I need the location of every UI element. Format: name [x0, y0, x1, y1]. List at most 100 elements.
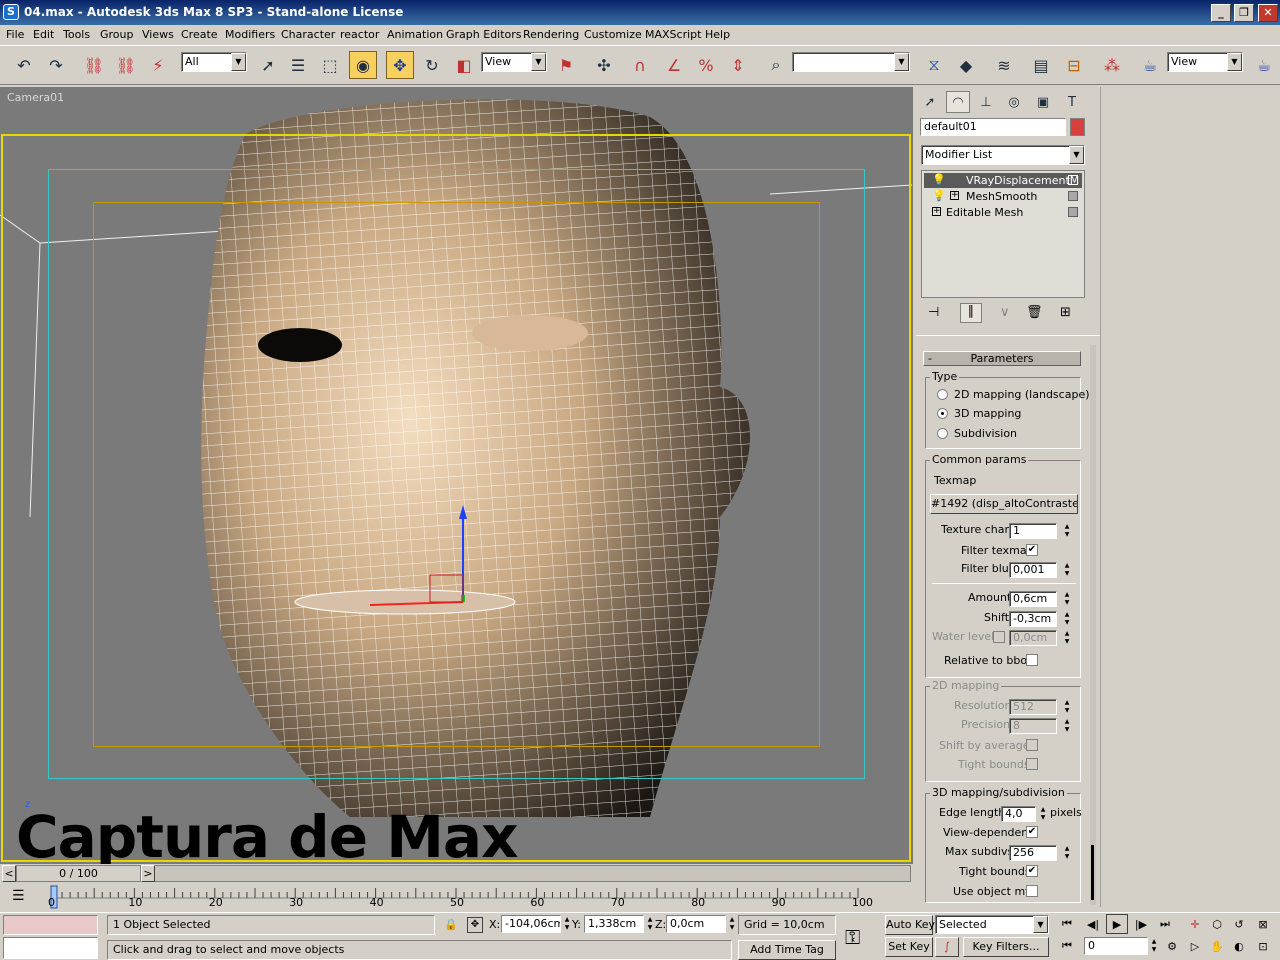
make-unique-icon[interactable]: ∨ — [1000, 305, 1010, 320]
schematic-view-icon[interactable]: ⊟ — [1060, 51, 1088, 79]
spinner-arrows-icon[interactable]: ▲ ▼ — [727, 916, 737, 932]
water-level-checkbox[interactable] — [993, 631, 1005, 643]
remove-modifier-icon[interactable]: 🗑 — [1026, 305, 1043, 320]
spinner-arrows-icon[interactable]: ▲ ▼ — [1062, 591, 1072, 607]
select-and-scale-icon[interactable]: ◧ — [450, 51, 478, 79]
edit-named-selection-icon[interactable]: ⌕ — [762, 51, 790, 79]
go-to-start-icon[interactable]: ⏮ — [1056, 914, 1078, 934]
x-coordinate-field[interactable]: -104,06cm — [501, 915, 561, 933]
spinner-arrows-icon[interactable]: ▲ ▼ — [562, 916, 572, 932]
align-icon[interactable]: ◆ — [952, 51, 980, 79]
pin-stack-icon[interactable]: ⊣ — [928, 305, 939, 320]
menu-graph-editors[interactable]: Graph Editors — [446, 28, 522, 41]
display-tab-icon[interactable]: ▣ — [1031, 91, 1055, 113]
unlink-icon[interactable]: ⛓ — [112, 51, 140, 79]
max-subdivs-spinner[interactable]: 256 — [1009, 845, 1057, 861]
app-icon[interactable]: S — [3, 4, 19, 20]
select-and-rotate-icon[interactable]: ↻ — [418, 51, 446, 79]
shift-by-average-checkbox[interactable] — [1026, 739, 1038, 751]
texture-chan-spinner[interactable]: 1 — [1009, 523, 1057, 539]
play-icon[interactable]: ▶ — [1106, 914, 1128, 934]
filter-texmap-checkbox[interactable]: ✔ — [1026, 544, 1038, 556]
dolly-icon[interactable]: ▷ — [1184, 936, 1206, 956]
parameters-rollout-header[interactable]: - Parameters — [923, 351, 1081, 366]
spinner-arrows-icon[interactable]: ▲ ▼ — [1062, 523, 1072, 539]
pan-hand-icon[interactable]: ✋ — [1206, 936, 1228, 956]
close-button[interactable]: ✕ — [1258, 4, 1278, 22]
view-dependent-checkbox[interactable]: ✔ — [1026, 826, 1038, 838]
spinner-arrows-icon[interactable]: ▲ ▼ — [1062, 611, 1072, 627]
menu-modifiers[interactable]: Modifiers — [225, 28, 275, 41]
reference-coordinate-dropdown[interactable]: View ▼ — [481, 52, 547, 72]
expand-plus-icon[interactable]: + — [950, 191, 959, 200]
next-frame-icon[interactable]: |▶ — [1130, 914, 1152, 934]
maximize-viewport-icon[interactable]: ⊡ — [1252, 936, 1274, 956]
z-coordinate-field[interactable]: 0,0cm — [666, 915, 726, 933]
named-selection-dropdown[interactable]: ▼ — [792, 52, 910, 72]
selection-filter-dropdown[interactable]: All ▼ — [181, 52, 247, 72]
create-tab-icon[interactable]: ➚ — [918, 91, 942, 113]
pan-view-icon[interactable]: ✛ — [1184, 914, 1206, 934]
menu-views[interactable]: Views — [142, 28, 174, 41]
texmap-button[interactable]: #1492 (disp_altoContraste2.tif) — [930, 494, 1078, 514]
radio-2d-mapping[interactable] — [937, 389, 948, 400]
configure-modifier-sets-icon[interactable]: ⊞ — [1060, 305, 1071, 320]
menu-character[interactable]: Character — [281, 28, 335, 41]
current-frame-field[interactable]: 0 — [1084, 937, 1148, 955]
select-object-icon[interactable]: ➚ — [254, 51, 282, 79]
tight-bounds-2d-checkbox[interactable] — [1026, 758, 1038, 770]
track-bar[interactable]: ☰ 0 10 20 30 40 50 60 70 80 90 100 — [0, 884, 913, 912]
lightbulb-icon[interactable]: 💡 — [932, 189, 946, 202]
spinner-arrows-icon[interactable]: ▲ ▼ — [1062, 630, 1072, 646]
stack-item-vraydisplacement[interactable]: 💡 VRayDisplacementM — [924, 173, 1082, 188]
camera-viewport[interactable]: Camera01 z Captura de Max — [0, 87, 913, 864]
key-filters-button[interactable]: Key Filters... — [963, 937, 1049, 957]
spinner-arrows-icon[interactable]: ▲ ▼ — [1062, 718, 1072, 734]
object-color-swatch[interactable] — [1070, 118, 1085, 136]
auto-key-button[interactable]: Auto Key — [885, 915, 935, 935]
pivot-center-icon[interactable]: ⚑ — [552, 51, 580, 79]
layer-manager-icon[interactable]: ≋ — [990, 51, 1018, 79]
time-slider-thumb[interactable]: 0 / 100 — [16, 865, 141, 882]
tight-bounds-3d-checkbox[interactable]: ✔ — [1026, 865, 1038, 877]
menu-tools[interactable]: Tools — [63, 28, 90, 41]
window-crossing-icon[interactable]: ◉ — [349, 51, 377, 79]
render-view-dropdown[interactable]: View ▼ — [1167, 52, 1243, 72]
redo-icon[interactable]: ↷ — [42, 51, 70, 79]
y-coordinate-field[interactable]: 1,338cm — [584, 915, 644, 933]
add-time-tag-button[interactable]: Add Time Tag — [738, 940, 836, 960]
viewport-label[interactable]: Camera01 — [7, 91, 64, 104]
menu-reactor[interactable]: reactor — [340, 28, 379, 41]
menu-maxscript[interactable]: MAXScript — [645, 28, 701, 41]
select-and-move-icon[interactable]: ✥ — [386, 51, 414, 79]
spinner-arrows-icon[interactable]: ▲ ▼ — [1062, 562, 1072, 578]
previous-frame-icon[interactable]: ◀| — [1082, 914, 1104, 934]
stack-toggle-icon[interactable] — [1068, 207, 1078, 217]
spinner-arrows-icon[interactable]: ▲ ▼ — [645, 916, 655, 932]
menu-create[interactable]: Create — [181, 28, 218, 41]
spinner-arrows-icon[interactable]: ▲ ▼ — [1038, 806, 1048, 822]
menu-file[interactable]: File — [6, 28, 24, 41]
lightbulb-icon[interactable]: 💡 — [932, 173, 946, 186]
modify-tab-icon[interactable]: ◠ — [946, 91, 970, 113]
use-object-mtl-checkbox[interactable] — [1026, 885, 1038, 897]
expand-plus-icon[interactable]: + — [932, 207, 941, 216]
motion-tab-icon[interactable]: ◎ — [1002, 91, 1026, 113]
roll-icon[interactable]: ◐ — [1228, 936, 1250, 956]
snaps-toggle-icon[interactable]: ∩ — [626, 51, 654, 79]
stack-item-meshsmooth[interactable]: 💡 + MeshSmooth — [924, 189, 1082, 204]
go-to-end-icon[interactable]: ⏭ — [1154, 914, 1176, 934]
object-name-field[interactable]: default01 — [920, 118, 1066, 136]
menu-group[interactable]: Group — [100, 28, 134, 41]
select-by-name-icon[interactable]: ☰ — [284, 51, 312, 79]
radio-3d-mapping[interactable] — [937, 408, 948, 419]
stack-item-editable-mesh[interactable]: + Editable Mesh — [924, 205, 1082, 220]
radio-subdivision[interactable] — [937, 428, 948, 439]
curve-editor-icon[interactable]: ▤ — [1027, 51, 1055, 79]
menu-edit[interactable]: Edit — [33, 28, 54, 41]
menu-animation[interactable]: Animation — [387, 28, 443, 41]
prev-frame-arrow-icon[interactable]: < — [2, 865, 16, 882]
key-mode-dropdown[interactable]: Selected ▼ — [935, 915, 1049, 934]
orbit-icon[interactable]: ↺ — [1228, 914, 1250, 934]
absolute-mode-icon[interactable]: ✥ — [467, 917, 483, 933]
